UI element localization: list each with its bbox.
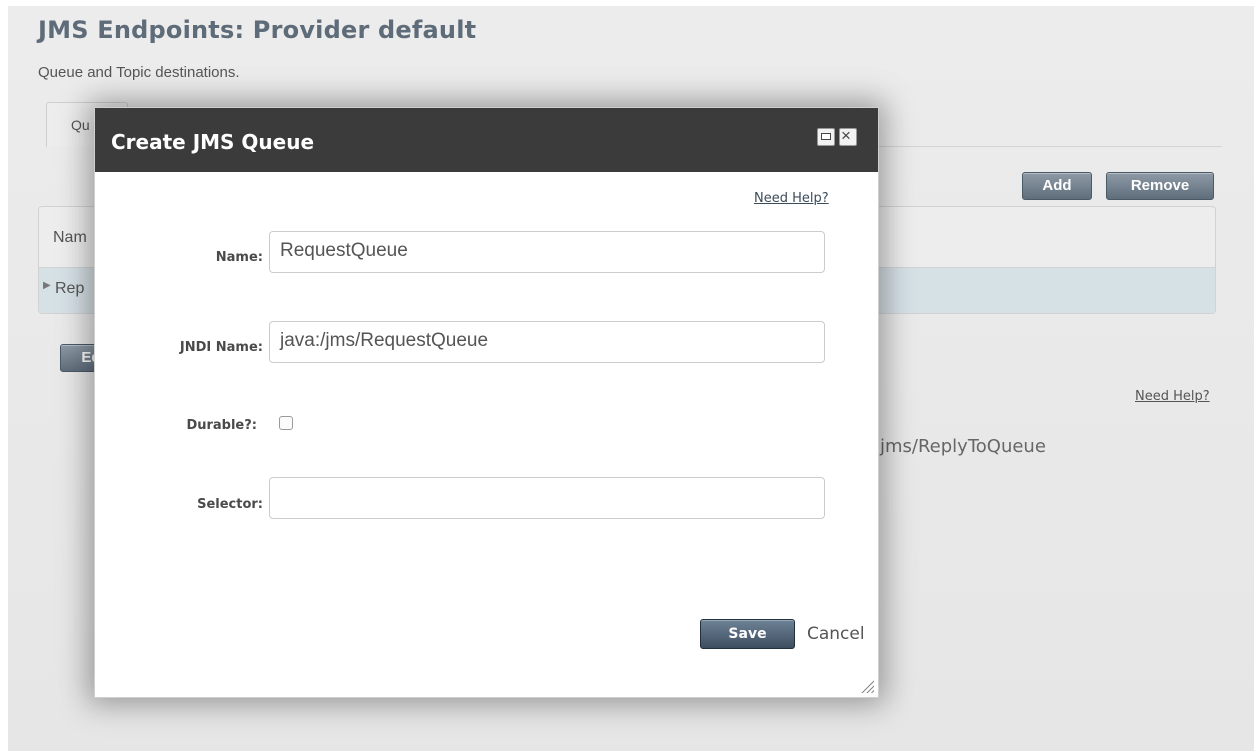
selector-field[interactable] [269,477,825,519]
save-button[interactable]: Save [700,619,795,649]
durable-label: Durable?: [186,418,257,433]
name-field[interactable]: RequestQueue [269,231,825,273]
need-help-link[interactable]: Need Help? [1135,389,1210,404]
jndi-name-label: JNDI Name: [179,340,263,355]
jndi-name-value: jms/ReplyToQueue [880,436,1046,457]
resize-grip-icon[interactable] [860,679,874,693]
dialog-need-help-link[interactable]: Need Help? [754,191,829,206]
create-jms-queue-dialog: Create JMS Queue × Need Help? Name: Requ… [94,107,879,698]
dialog-title: Create JMS Queue [111,130,315,154]
minimize-icon[interactable] [817,128,835,146]
durable-checkbox[interactable] [279,416,293,430]
dialog-header: Create JMS Queue × [95,108,878,172]
add-button[interactable]: Add [1022,172,1092,200]
expand-arrow-icon[interactable]: ▶ [43,280,51,291]
tab-label: Qu [71,117,90,133]
close-icon[interactable]: × [839,126,857,146]
page-title: JMS Endpoints: Provider default [38,16,477,44]
selector-label: Selector: [197,497,263,512]
cancel-button[interactable]: Cancel [807,624,865,644]
jndi-name-field[interactable]: java:/jms/RequestQueue [269,321,825,363]
table-cell-name: Rep [55,280,85,297]
page-subtitle: Queue and Topic destinations. [38,64,240,81]
name-label: Name: [215,250,263,265]
remove-button[interactable]: Remove [1106,172,1214,200]
column-header-name: Nam [53,229,87,246]
